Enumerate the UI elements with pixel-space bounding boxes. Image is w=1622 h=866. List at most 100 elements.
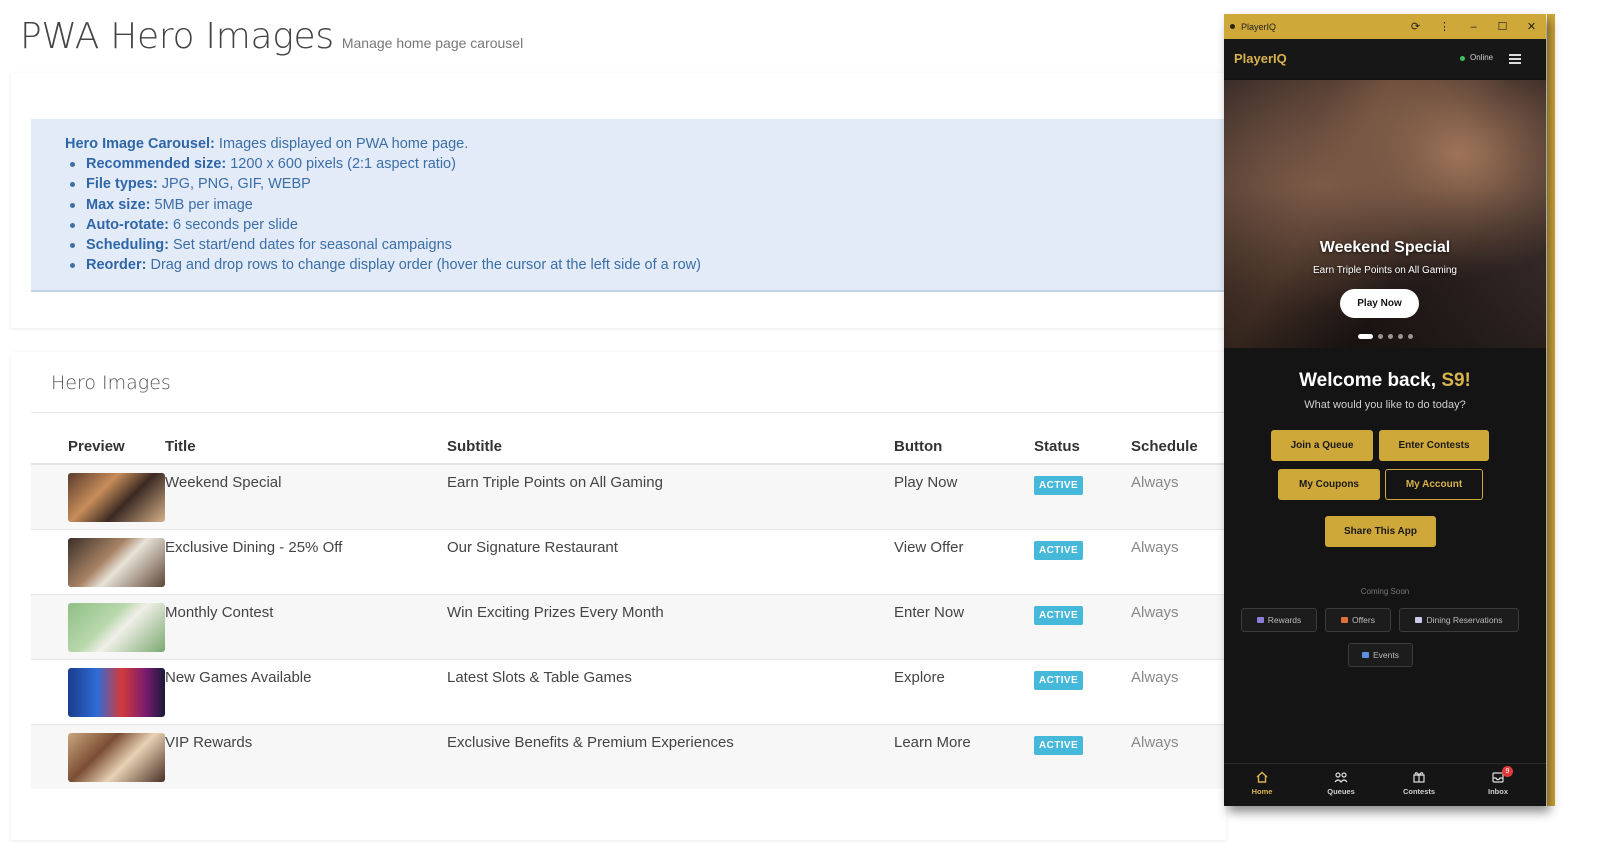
info-lead: Hero Image Carousel: Images displayed on… (65, 134, 1192, 154)
nav-label: Inbox (1488, 787, 1508, 796)
table-row[interactable]: Weekend Special Earn Triple Points on Al… (31, 463, 1226, 529)
hero-thumbnail[interactable] (68, 732, 165, 782)
info-lead-text: Images displayed on PWA home page. (214, 136, 469, 152)
column-header-schedule[interactable]: Schedule (1131, 420, 1226, 465)
subtitle-cell: Exclusive Benefits & Premium Experiences (447, 723, 894, 789)
people-icon (1334, 772, 1348, 783)
rewards-icon (1256, 617, 1264, 623)
info-item-text: JPG, PNG, GIF, WEBP (157, 176, 311, 193)
share-app-button[interactable]: Share This App (1325, 516, 1436, 547)
section-title: Hero Images (51, 372, 171, 394)
close-button[interactable]: ✕ (1517, 14, 1546, 39)
my-coupons-button[interactable]: My Coupons (1278, 469, 1380, 500)
enter-contests-button[interactable]: Enter Contests (1379, 430, 1489, 461)
button-cell: Learn More (894, 723, 1034, 789)
my-account-button[interactable]: My Account (1385, 469, 1483, 500)
carousel-dot[interactable] (1397, 334, 1403, 339)
title-cell: Exclusive Dining - 25% Off (165, 528, 447, 594)
nav-home[interactable]: Home (1232, 770, 1292, 796)
hero-carousel[interactable]: Weekend Special Earn Triple Points on Al… (1224, 80, 1546, 348)
status-cell: ACTIVE (1034, 658, 1131, 724)
welcome-heading: Welcome back, S9! (1224, 370, 1546, 392)
join-queue-button[interactable]: Join a Queue (1271, 430, 1373, 461)
preview-cell (31, 723, 165, 789)
nav-label: Home (1251, 787, 1273, 796)
gift-box-icon (1413, 772, 1425, 783)
app-brand[interactable]: PlayerIQ (1234, 51, 1287, 66)
window-titlebar[interactable]: PlayerIQ ⟳ ⋮ – ☐ ✕ (1224, 14, 1546, 39)
status-cell: ACTIVE (1034, 463, 1131, 529)
coming-soon-label: Coming Soon (1360, 587, 1410, 596)
hero-images-panel: Hero Images Preview Title Subtitle Butto… (11, 352, 1226, 840)
hero-title: Weekend Special (1319, 239, 1451, 256)
hamburger-menu-icon[interactable] (1509, 54, 1521, 64)
gift-icon (1341, 617, 1348, 623)
schedule-cell: Always (1131, 723, 1226, 789)
minimize-button[interactable]: – (1459, 14, 1488, 39)
info-item-text: 5MB per image (150, 196, 253, 213)
dining-icon (1415, 617, 1423, 623)
hero-images-table: Preview Title Subtitle Button Status Sch… (31, 420, 1226, 789)
column-header-subtitle[interactable]: Subtitle (447, 420, 894, 465)
column-header-button[interactable]: Button (894, 420, 1034, 465)
chip-label: Events (1373, 650, 1399, 660)
info-item-text: Set start/end dates for seasonal campaig… (168, 237, 452, 254)
hero-subtitle: Earn Triple Points on All Gaming (1313, 265, 1457, 276)
window-edge (1547, 14, 1555, 806)
title-cell: Monthly Contest (165, 593, 447, 659)
carousel-dot[interactable] (1407, 334, 1413, 339)
preview-cell (31, 593, 165, 659)
column-header-status[interactable]: Status (1034, 420, 1131, 465)
nav-queues[interactable]: Queues (1311, 770, 1371, 796)
column-header-preview[interactable]: Preview (31, 420, 165, 465)
info-list: Recommended size: 1200 x 600 pixels (2:1… (70, 154, 1192, 275)
inbox-count-badge: 9 (1502, 766, 1513, 777)
button-cell: View Offer (894, 528, 1034, 594)
info-item-file-types: File types: JPG, PNG, GIF, WEBP (70, 174, 1192, 194)
hero-thumbnail[interactable] (68, 602, 165, 652)
info-item-reorder: Reorder: Drag and drop rows to change di… (70, 255, 1192, 275)
page-header: PWA Hero Images Manage home page carouse… (20, 16, 523, 57)
status-badge: ACTIVE (1034, 735, 1084, 755)
carousel-dot[interactable] (1357, 334, 1373, 339)
status-badge: ACTIVE (1034, 670, 1084, 690)
calendar-icon (1362, 652, 1369, 658)
more-options-icon[interactable]: ⋮ (1430, 14, 1459, 39)
info-item-label: Reorder: (86, 257, 147, 274)
home-icon (1256, 771, 1268, 783)
hero-thumbnail[interactable] (68, 473, 165, 522)
hero-thumbnail[interactable] (68, 537, 165, 587)
offers-chip[interactable]: Offers (1325, 608, 1391, 632)
table-header-row: Preview Title Subtitle Button Status Sch… (31, 420, 1226, 465)
nav-inbox[interactable]: 9 Inbox (1468, 766, 1528, 796)
hero-thumbnail[interactable] (68, 667, 165, 717)
page-subtitle: Manage home page carousel (341, 35, 524, 51)
maximize-button[interactable]: ☐ (1488, 14, 1517, 39)
table-row[interactable]: Exclusive Dining - 25% Off Our Signature… (31, 528, 1226, 594)
extensions-icon[interactable]: ⟳ (1401, 14, 1430, 39)
column-header-title[interactable]: Title (165, 420, 447, 465)
online-status: Online (1470, 53, 1494, 62)
title-cell: New Games Available (165, 658, 447, 724)
button-cell: Enter Now (894, 593, 1034, 659)
table-row[interactable]: VIP Rewards Exclusive Benefits & Premium… (31, 723, 1226, 789)
info-item-text: 6 seconds per slide (168, 216, 298, 233)
hero-cta-button[interactable]: Play Now (1340, 289, 1419, 318)
subtitle-cell: Latest Slots & Table Games (447, 658, 894, 724)
events-chip[interactable]: Events (1348, 643, 1413, 667)
info-item-max-size: Max size: 5MB per image (70, 195, 1192, 215)
button-cell: Play Now (894, 463, 1034, 529)
subtitle-cell: Our Signature Restaurant (447, 528, 894, 594)
playeriq-window: PlayerIQ ⟳ ⋮ – ☐ ✕ PlayerIQ Online Weeke… (1224, 14, 1546, 806)
info-callout: Hero Image Carousel: Images displayed on… (31, 119, 1226, 292)
dining-chip[interactable]: Dining Reservations (1399, 608, 1519, 632)
info-item-size: Recommended size: 1200 x 600 pixels (2:1… (70, 154, 1192, 174)
table-row[interactable]: Monthly Contest Win Exciting Prizes Ever… (31, 593, 1226, 659)
carousel-dot[interactable] (1377, 334, 1383, 339)
info-item-label: Max size: (86, 196, 151, 213)
rewards-chip[interactable]: Rewards (1241, 608, 1317, 632)
table-row[interactable]: New Games Available Latest Slots & Table… (31, 658, 1226, 724)
carousel-dot[interactable] (1387, 334, 1393, 339)
nav-contests[interactable]: Contests (1389, 770, 1449, 796)
page-title: PWA Hero Images (20, 16, 334, 57)
